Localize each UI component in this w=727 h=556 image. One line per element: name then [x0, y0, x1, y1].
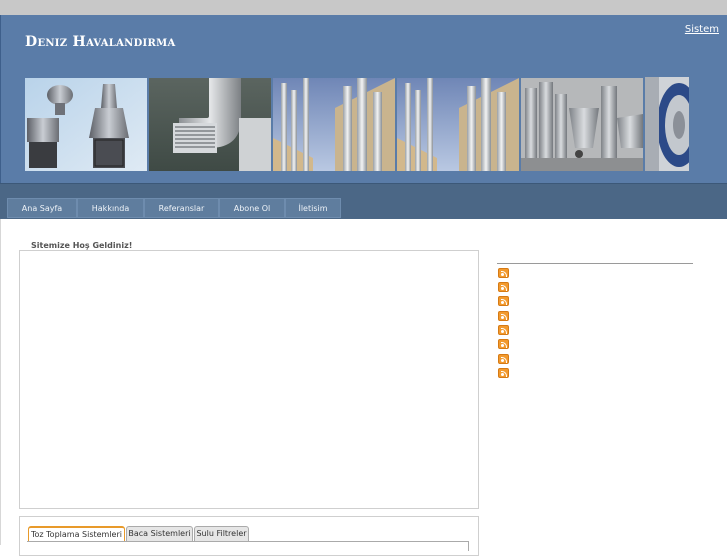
rss-icon[interactable]	[498, 296, 509, 306]
welcome-legend: Sitemize Hoş Geldiniz!	[27, 241, 137, 250]
sistem-link[interactable]: Sistem	[685, 24, 719, 35]
nav-item-abone-ol[interactable]: Abone Ol	[219, 198, 285, 218]
tab-panel-border-side	[468, 541, 469, 551]
banner-photo-elbow-duct	[149, 78, 271, 171]
rss-icon[interactable]	[498, 282, 509, 292]
banner-photo-fan	[645, 77, 689, 171]
rss-icon[interactable]	[498, 268, 509, 278]
browser-top-strip	[0, 0, 727, 15]
tab-baca-sistemleri[interactable]: Baca Sistemleri	[126, 526, 193, 542]
header-banner	[25, 77, 689, 171]
rss-icon[interactable]	[498, 368, 509, 378]
rss-icon[interactable]	[498, 354, 509, 364]
nav-item-iletisim[interactable]: İletisim	[285, 198, 341, 218]
main-navigation: Ana Sayfa Hakkında Referanslar Abone Ol …	[0, 183, 727, 219]
banner-photo-chimney-1	[273, 78, 395, 171]
site-title: Deniz Havalandırma	[25, 34, 176, 50]
welcome-panel	[19, 250, 479, 509]
tab-panel-border	[27, 541, 469, 542]
rss-icon[interactable]	[498, 325, 509, 335]
page-content: Sitemize Hoş Geldiniz! Toz Toplama Siste…	[0, 219, 727, 556]
nav-item-ana-sayfa[interactable]: Ana Sayfa	[7, 198, 77, 218]
banner-photo-duct-warehouse	[521, 78, 643, 171]
nav-item-referanslar[interactable]: Referanslar	[144, 198, 219, 218]
sidebar-divider	[497, 263, 693, 264]
tab-sulu-filtreler[interactable]: Sulu Filtreler	[194, 526, 249, 542]
banner-photo-chimney-2	[397, 78, 519, 171]
tab-toz-toplama-sistemleri[interactable]: Toz Toplama Sistemleri	[28, 526, 125, 542]
rss-icon[interactable]	[498, 311, 509, 321]
nav-item-hakkinda[interactable]: Hakkında	[77, 198, 144, 218]
site-header: Deniz Havalandırma Sistem	[0, 15, 727, 183]
rss-icon[interactable]	[498, 339, 509, 349]
banner-photo-ventilators	[25, 78, 147, 171]
